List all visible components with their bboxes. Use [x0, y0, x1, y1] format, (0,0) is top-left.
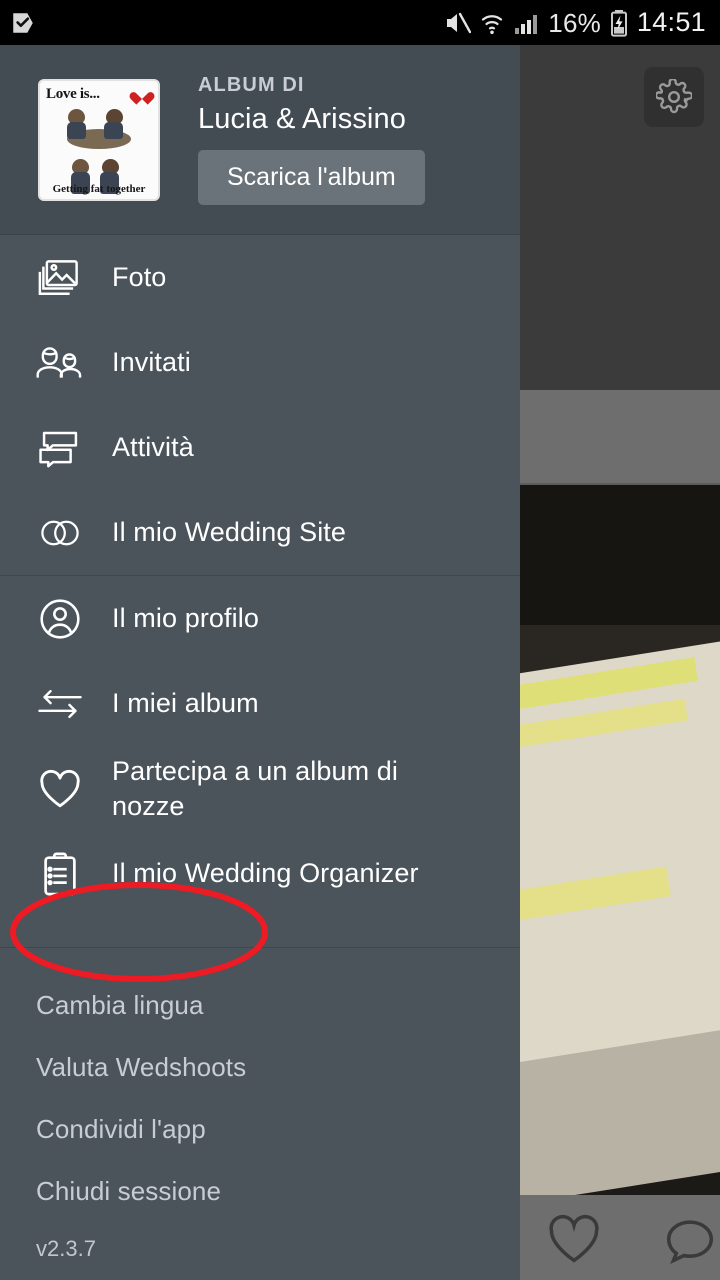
sidebar-item-wedding-organizer[interactable]: Il mio Wedding Organizer: [0, 831, 520, 916]
drawer-header-texts: ALBUM DI Lucia & Arissino Scarica l'albu…: [198, 74, 425, 205]
app-notification-icon: [13, 12, 33, 33]
sidebar-item-wedding-site[interactable]: Il mio Wedding Site: [0, 490, 520, 575]
heart-icon: [36, 768, 84, 810]
sidebar-item-label: Condividi l'app: [36, 1113, 206, 1144]
sidebar-item-profilo[interactable]: Il mio profilo: [0, 576, 520, 661]
settings-button[interactable]: [644, 67, 704, 127]
status-bar: 16% 14:51: [0, 0, 720, 45]
navigation-drawer: Love is... Getting fat together ALBUM DI…: [0, 45, 520, 1280]
drawer-header: Love is... Getting fat together ALBUM DI…: [0, 45, 520, 235]
album-title: Lucia & Arissino: [198, 103, 406, 135]
profile-icon: [36, 597, 84, 641]
nav-group-primary: Foto Invitati Attività Il mio Wedding Si…: [0, 235, 520, 575]
clock-label: 14:51: [636, 7, 706, 37]
sidebar-item-invitati[interactable]: Invitati: [0, 320, 520, 405]
sidebar-item-condividi-app[interactable]: Condividi l'app: [0, 1098, 520, 1160]
status-bar-left: [10, 10, 36, 36]
sidebar-item-valuta-wedshoots[interactable]: Valuta Wedshoots: [0, 1036, 520, 1098]
rings-icon: [36, 517, 84, 549]
sidebar-item-partecipa-album[interactable]: Partecipa a un album di nozze: [0, 746, 520, 831]
mute-icon: [447, 12, 472, 33]
thumbnail-caption: Getting fat together: [52, 182, 146, 195]
gear-icon: [656, 79, 692, 114]
sidebar-item-label: Partecipa a un album di nozze: [112, 755, 398, 821]
comment-icon[interactable]: [661, 1212, 719, 1264]
clipboard-icon: [36, 851, 84, 897]
battery-charging-icon: [610, 9, 627, 37]
sidebar-item-foto[interactable]: Foto: [0, 235, 520, 320]
guests-icon: [36, 343, 84, 383]
sidebar-item-attivita[interactable]: Attività: [0, 405, 520, 490]
sidebar-item-cambia-lingua[interactable]: Cambia lingua: [0, 974, 520, 1036]
download-album-button[interactable]: Scarica l'album: [198, 150, 425, 205]
phone-screen: Love is... Getting fat together ALBUM DI…: [0, 0, 720, 1280]
wifi-icon: [482, 14, 503, 34]
sidebar-item-label: Chiudi sessione: [36, 1175, 222, 1206]
sidebar-item-label: Invitati: [112, 347, 191, 378]
sidebar-item-label: Attività: [112, 432, 194, 463]
thumbnail-heart-icon: [134, 87, 150, 101]
status-bar-right: 16% 14:51: [443, 9, 706, 37]
sidebar-item-label: Foto: [112, 262, 167, 293]
sidebar-item-miei-album[interactable]: I miei album: [0, 661, 520, 746]
sidebar-item-label: Valuta Wedshoots: [36, 1051, 247, 1082]
sidebar-item-label: Cambia lingua: [36, 989, 204, 1020]
swap-arrows-icon: [36, 686, 84, 722]
sidebar-item-label: I miei album: [112, 688, 259, 719]
activity-icon: [36, 428, 84, 468]
signal-icon: [515, 14, 538, 34]
drawer-footer: Cambia lingua Valuta Wedshoots Condividi…: [0, 947, 520, 1280]
battery-percent-label: 16%: [548, 7, 601, 38]
sidebar-item-label: Il mio Wedding Site: [112, 517, 347, 548]
sidebar-item-label: Il mio profilo: [112, 603, 259, 634]
photos-icon: [36, 257, 84, 299]
album-kicker: ALBUM DI: [198, 74, 305, 96]
sidebar-item-chiudi-sessione[interactable]: Chiudi sessione: [0, 1160, 520, 1222]
nav-group-secondary: Il mio profilo I miei album Partecipa a …: [0, 575, 520, 916]
sidebar-item-label: Il mio Wedding Organizer: [112, 858, 419, 889]
heart-icon[interactable]: [545, 1212, 603, 1264]
app-version: v2.3.7: [36, 1236, 96, 1261]
drawer-nav: Foto Invitati Attività Il mio Wedding Si…: [0, 235, 520, 947]
album-thumbnail[interactable]: Love is... Getting fat together: [38, 78, 160, 201]
